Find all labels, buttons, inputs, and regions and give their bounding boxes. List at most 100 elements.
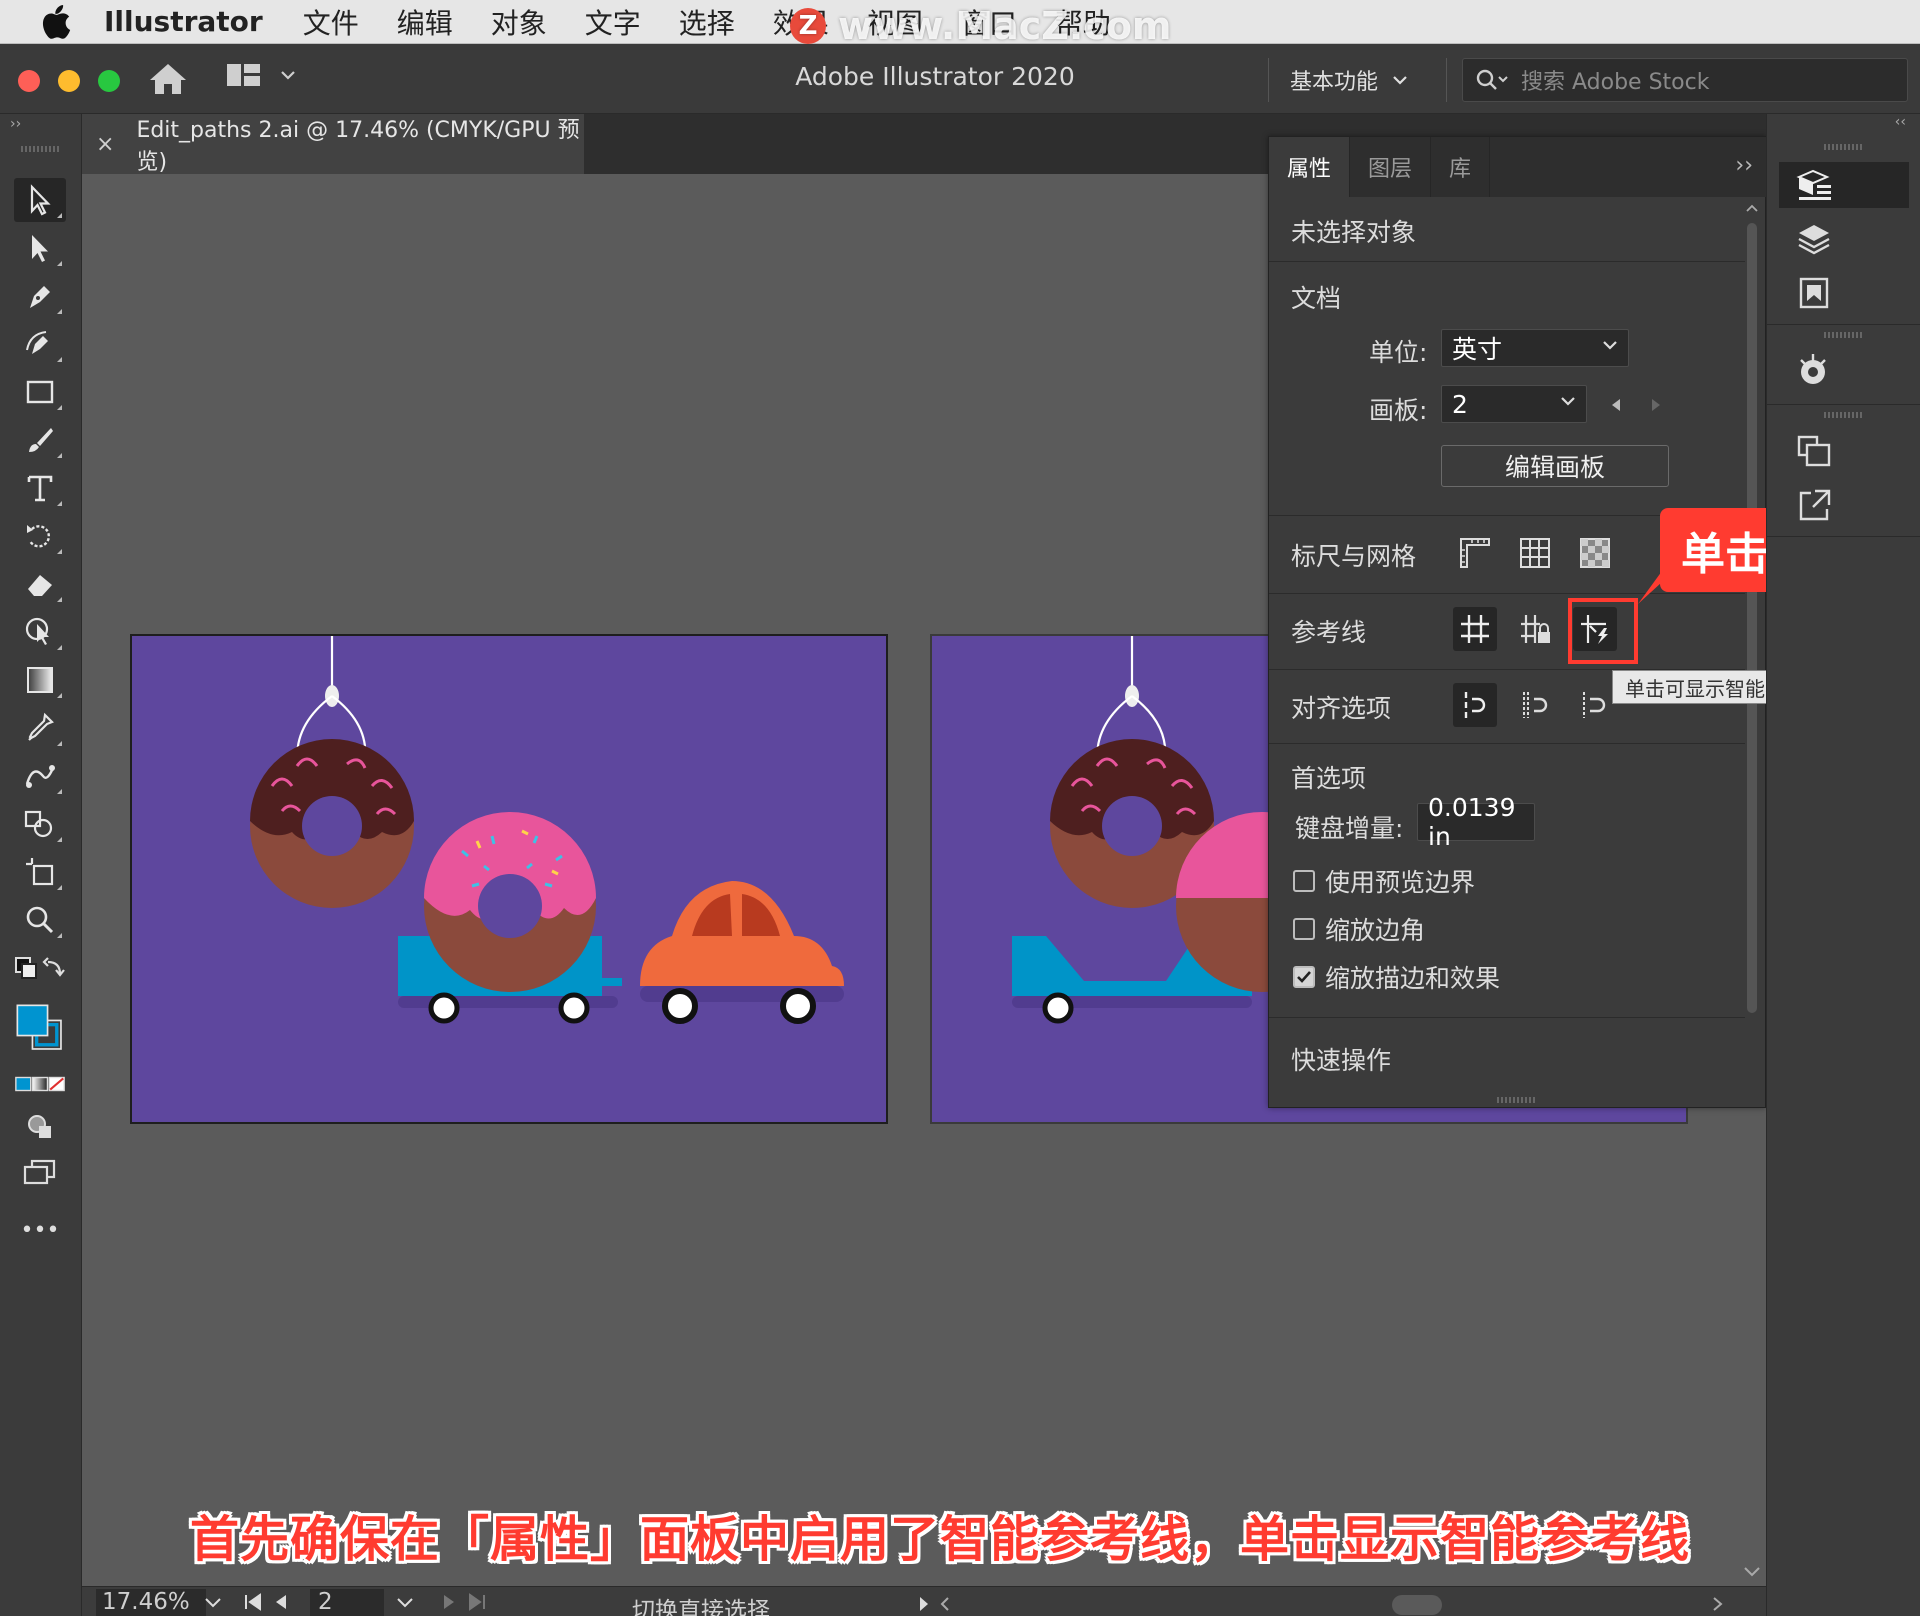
units-dropdown[interactable]: 英寸 bbox=[1441, 329, 1629, 367]
next-artboard-icon[interactable] bbox=[1649, 397, 1663, 413]
edit-artboards-button[interactable]: 编辑画板 bbox=[1441, 445, 1669, 487]
gradient-tool-icon[interactable] bbox=[14, 658, 66, 702]
libraries-panel-icon[interactable] bbox=[1779, 270, 1909, 316]
color-mode-icons[interactable] bbox=[14, 1062, 66, 1106]
type-tool-icon[interactable] bbox=[14, 466, 66, 510]
no-selection-label: 未选择对象 bbox=[1291, 218, 1417, 247]
close-window-button[interactable] bbox=[18, 70, 40, 92]
snap-to-point-icon[interactable] bbox=[1513, 683, 1557, 727]
artboard-1[interactable] bbox=[130, 634, 888, 1124]
workspace-switcher[interactable]: 基本功能 bbox=[1290, 64, 1408, 96]
export-assets-icon[interactable] bbox=[1779, 482, 1909, 528]
units-value: 英寸 bbox=[1452, 335, 1503, 364]
horizontal-scroll-thumb[interactable] bbox=[1392, 1595, 1442, 1615]
use-preview-bounds-checkbox[interactable] bbox=[1293, 870, 1315, 892]
document-tab[interactable]: × Edit_paths 2.ai @ 17.46% (CMYK/GPU 预览) bbox=[82, 114, 584, 175]
minimize-window-button[interactable] bbox=[58, 70, 80, 92]
divider bbox=[1446, 58, 1447, 102]
workspace-label: 基本功能 bbox=[1290, 70, 1379, 95]
properties-panel-icon[interactable] bbox=[1779, 162, 1909, 208]
zoom-level-field[interactable]: 17.46% bbox=[96, 1589, 206, 1616]
transparency-grid-icon[interactable] bbox=[1573, 531, 1617, 575]
dock-grip[interactable] bbox=[1824, 144, 1864, 150]
keyboard-increment-input[interactable]: 0.0139 in bbox=[1417, 793, 1535, 851]
toolbar-grip[interactable] bbox=[20, 146, 61, 152]
scale-corners-checkbox[interactable] bbox=[1293, 918, 1315, 940]
fill-stroke-swatch[interactable] bbox=[14, 996, 66, 1060]
default-colors-swap-icon[interactable] bbox=[14, 950, 66, 994]
menu-file[interactable]: 文件 bbox=[303, 2, 359, 42]
drawing-mode-icon[interactable] bbox=[14, 1104, 66, 1148]
menu-edit[interactable]: 编辑 bbox=[397, 2, 453, 42]
chevron-down-icon[interactable] bbox=[396, 1597, 414, 1609]
edit-toolbar-button[interactable]: ••• bbox=[14, 1208, 66, 1252]
right-panel-dock: ‹‹ bbox=[1766, 114, 1920, 1616]
align-to-pixel-grid-icon[interactable] bbox=[1453, 683, 1497, 727]
stock-search-input[interactable]: 搜索 Adobe Stock bbox=[1462, 58, 1908, 102]
shape-builder-tool-icon[interactable] bbox=[14, 802, 66, 846]
artboard-number-field[interactable]: 2 bbox=[310, 1589, 384, 1616]
show-grid-icon[interactable] bbox=[1513, 531, 1557, 575]
eyedropper-tool-icon[interactable] bbox=[14, 706, 66, 750]
panel-scroll-thumb[interactable] bbox=[1747, 223, 1757, 1013]
scale-strokes-label: 缩放描边和效果 bbox=[1325, 964, 1501, 993]
show-rulers-icon[interactable] bbox=[1453, 531, 1497, 575]
close-tab-icon[interactable]: × bbox=[96, 132, 114, 157]
home-icon[interactable] bbox=[148, 62, 188, 100]
menu-object[interactable]: 对象 bbox=[491, 2, 547, 42]
menu-select[interactable]: 选择 bbox=[679, 2, 735, 42]
preferences-label: 首选项 bbox=[1291, 764, 1367, 793]
paintbrush-tool-icon[interactable] bbox=[14, 418, 66, 462]
rectangle-tool-icon[interactable] bbox=[14, 370, 66, 414]
scroll-down-icon[interactable] bbox=[1742, 1564, 1762, 1580]
chevron-down-icon[interactable] bbox=[204, 1597, 222, 1609]
scale-strokes-row[interactable]: 缩放描边和效果 bbox=[1293, 959, 1500, 995]
dock-collapse-button[interactable]: ‹‹ bbox=[1767, 114, 1920, 136]
scale-corners-label: 缩放边角 bbox=[1325, 916, 1426, 945]
status-bar: 17.46% 2 切换直接选择 bbox=[82, 1586, 1766, 1616]
screen-mode-icon[interactable] bbox=[14, 1150, 66, 1194]
scroll-up-icon[interactable] bbox=[1745, 203, 1759, 213]
scale-corners-row[interactable]: 缩放边角 bbox=[1293, 911, 1425, 947]
show-guides-icon[interactable] bbox=[1453, 607, 1497, 651]
pen-tool-icon[interactable] bbox=[14, 274, 66, 318]
first-artboard-icon[interactable] bbox=[242, 1593, 302, 1613]
tab-layers[interactable]: 图层 bbox=[1350, 137, 1432, 197]
dock-grip[interactable] bbox=[1824, 412, 1864, 418]
chevron-down-icon[interactable] bbox=[280, 66, 296, 85]
eraser-tool-icon[interactable] bbox=[14, 562, 66, 606]
app-title: Adobe Illustrator 2020 bbox=[795, 62, 1075, 91]
tab-properties[interactable]: 属性 bbox=[1269, 137, 1351, 197]
layers-panel-icon[interactable] bbox=[1779, 216, 1909, 262]
lock-guides-icon[interactable] bbox=[1513, 607, 1557, 651]
artboard-dropdown[interactable]: 2 bbox=[1441, 385, 1587, 423]
menu-app-name[interactable]: Illustrator bbox=[104, 5, 263, 38]
puppet-warp-tool-icon[interactable] bbox=[14, 610, 66, 654]
selection-tool-icon[interactable] bbox=[14, 178, 66, 222]
apple-menu-icon[interactable] bbox=[36, 2, 76, 42]
scale-strokes-checkbox[interactable] bbox=[1293, 966, 1315, 988]
zoom-tool-icon[interactable] bbox=[14, 898, 66, 942]
panel-resize-grip[interactable] bbox=[1497, 1097, 1537, 1103]
last-artboard-icon[interactable] bbox=[434, 1593, 494, 1613]
curvature-tool-icon[interactable] bbox=[14, 322, 66, 366]
use-preview-bounds-row[interactable]: 使用预览边界 bbox=[1293, 863, 1475, 899]
toolbar-collapse-button[interactable]: ›› bbox=[0, 114, 81, 142]
panel-scrollbar[interactable] bbox=[1745, 203, 1759, 1063]
snap-to-glyph-icon[interactable] bbox=[1573, 683, 1617, 727]
scroll-right-icon[interactable] bbox=[1710, 1595, 1726, 1613]
blend-tool-icon[interactable] bbox=[14, 754, 66, 798]
rotate-tool-icon[interactable] bbox=[14, 514, 66, 558]
color-themes-icon[interactable] bbox=[1779, 348, 1909, 394]
menu-type[interactable]: 文字 bbox=[585, 2, 641, 42]
arrange-documents-icon[interactable] bbox=[226, 62, 262, 94]
status-menu-icon[interactable] bbox=[916, 1595, 956, 1613]
previous-artboard-icon[interactable] bbox=[1609, 397, 1623, 413]
tab-libraries[interactable]: 库 bbox=[1431, 137, 1491, 197]
direct-selection-tool-icon[interactable] bbox=[14, 226, 66, 270]
panel-menu-button[interactable]: ›› bbox=[1735, 153, 1753, 178]
artboard-tool-icon[interactable] bbox=[14, 850, 66, 894]
zoom-window-button[interactable] bbox=[98, 70, 120, 92]
transform-panel-icon[interactable] bbox=[1779, 428, 1909, 474]
dock-grip[interactable] bbox=[1824, 332, 1864, 338]
